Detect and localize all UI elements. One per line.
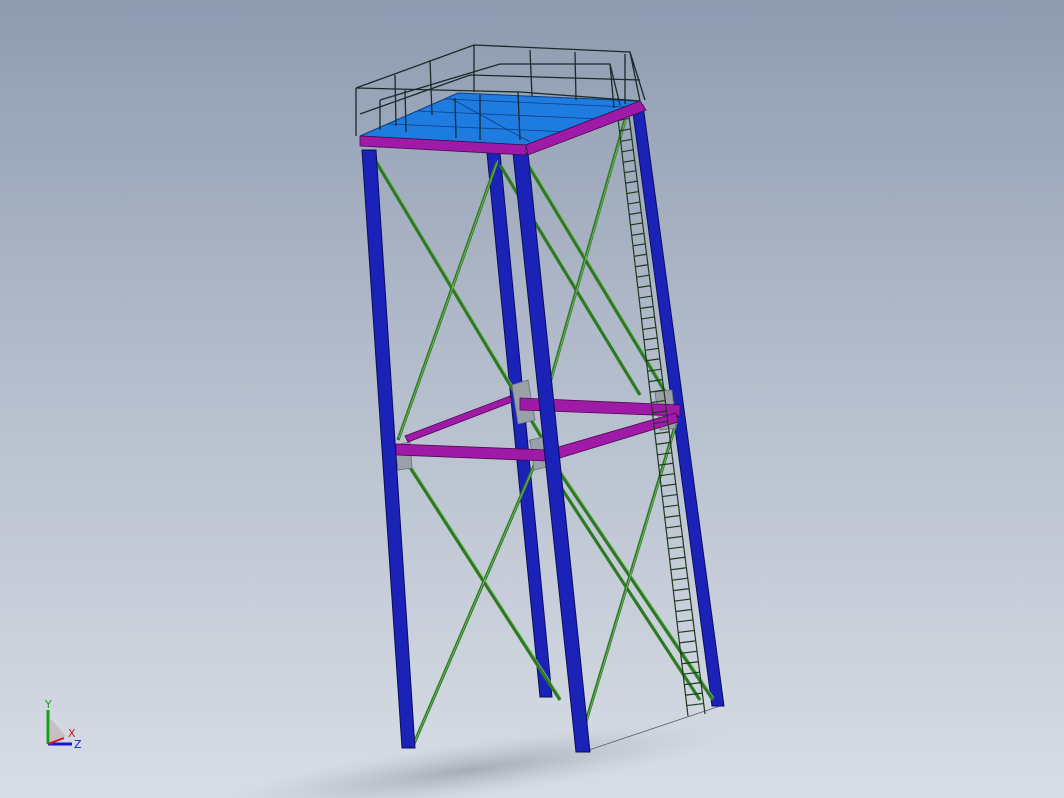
ladder-rung <box>676 619 694 623</box>
ladder-rung <box>625 180 638 184</box>
ladder-rung <box>638 295 652 299</box>
ladder-rung <box>686 702 704 707</box>
ladder-rung <box>646 358 660 362</box>
ladder-rung <box>623 159 635 163</box>
ladder-rung <box>684 682 702 686</box>
beam-mid-back <box>404 395 513 443</box>
ladder-rung <box>632 243 646 247</box>
ladder-rung <box>621 149 634 153</box>
ladder-rung <box>640 305 654 310</box>
ladder-rung <box>672 577 688 581</box>
deck-platform[interactable] <box>359 92 647 156</box>
ladder-rung <box>654 431 670 435</box>
ladder-rung <box>634 253 647 257</box>
ladder-rung <box>620 138 633 142</box>
ladder-rung <box>664 514 680 519</box>
ladder-rung <box>626 190 639 195</box>
ladder-rung <box>670 567 687 571</box>
ladder-rung <box>629 211 642 216</box>
ladder-rung <box>674 598 691 602</box>
ladder-rung <box>667 535 683 539</box>
beam-mid-side <box>547 412 679 462</box>
ladder-rung <box>627 201 641 205</box>
tower-3d-model[interactable] <box>0 0 1064 798</box>
ladder-rung <box>637 285 651 289</box>
cad-viewport[interactable]: Y X Z <box>0 0 1064 798</box>
ladder-rung <box>675 608 692 613</box>
ladder-rung <box>642 326 656 331</box>
ladder-rung <box>641 316 655 320</box>
ladder-rung <box>678 629 695 634</box>
ladder-rung <box>635 264 649 268</box>
ladder-rung <box>630 222 643 226</box>
ladder-rung <box>660 483 676 487</box>
ladder-rung <box>631 232 645 236</box>
ladder-rung <box>657 452 672 456</box>
ladder-rung <box>665 525 682 529</box>
ladder-rung <box>636 274 650 278</box>
ladder-rung <box>643 337 658 341</box>
coordinate-triad[interactable]: Y X Z <box>36 696 96 756</box>
ladder-rung <box>662 493 678 498</box>
ladder-rung <box>658 462 674 466</box>
ladder-rung <box>669 556 686 560</box>
ladder-rung <box>668 546 684 550</box>
ladder-rung <box>645 347 659 351</box>
ground-shadow <box>212 724 728 798</box>
ladder-rung <box>679 640 696 644</box>
y-axis-label: Y <box>44 698 52 711</box>
ladder-rung <box>673 588 690 592</box>
ladder-rung <box>663 504 679 508</box>
z-axis-label: Z <box>74 738 82 751</box>
ladder-rung <box>624 170 637 174</box>
